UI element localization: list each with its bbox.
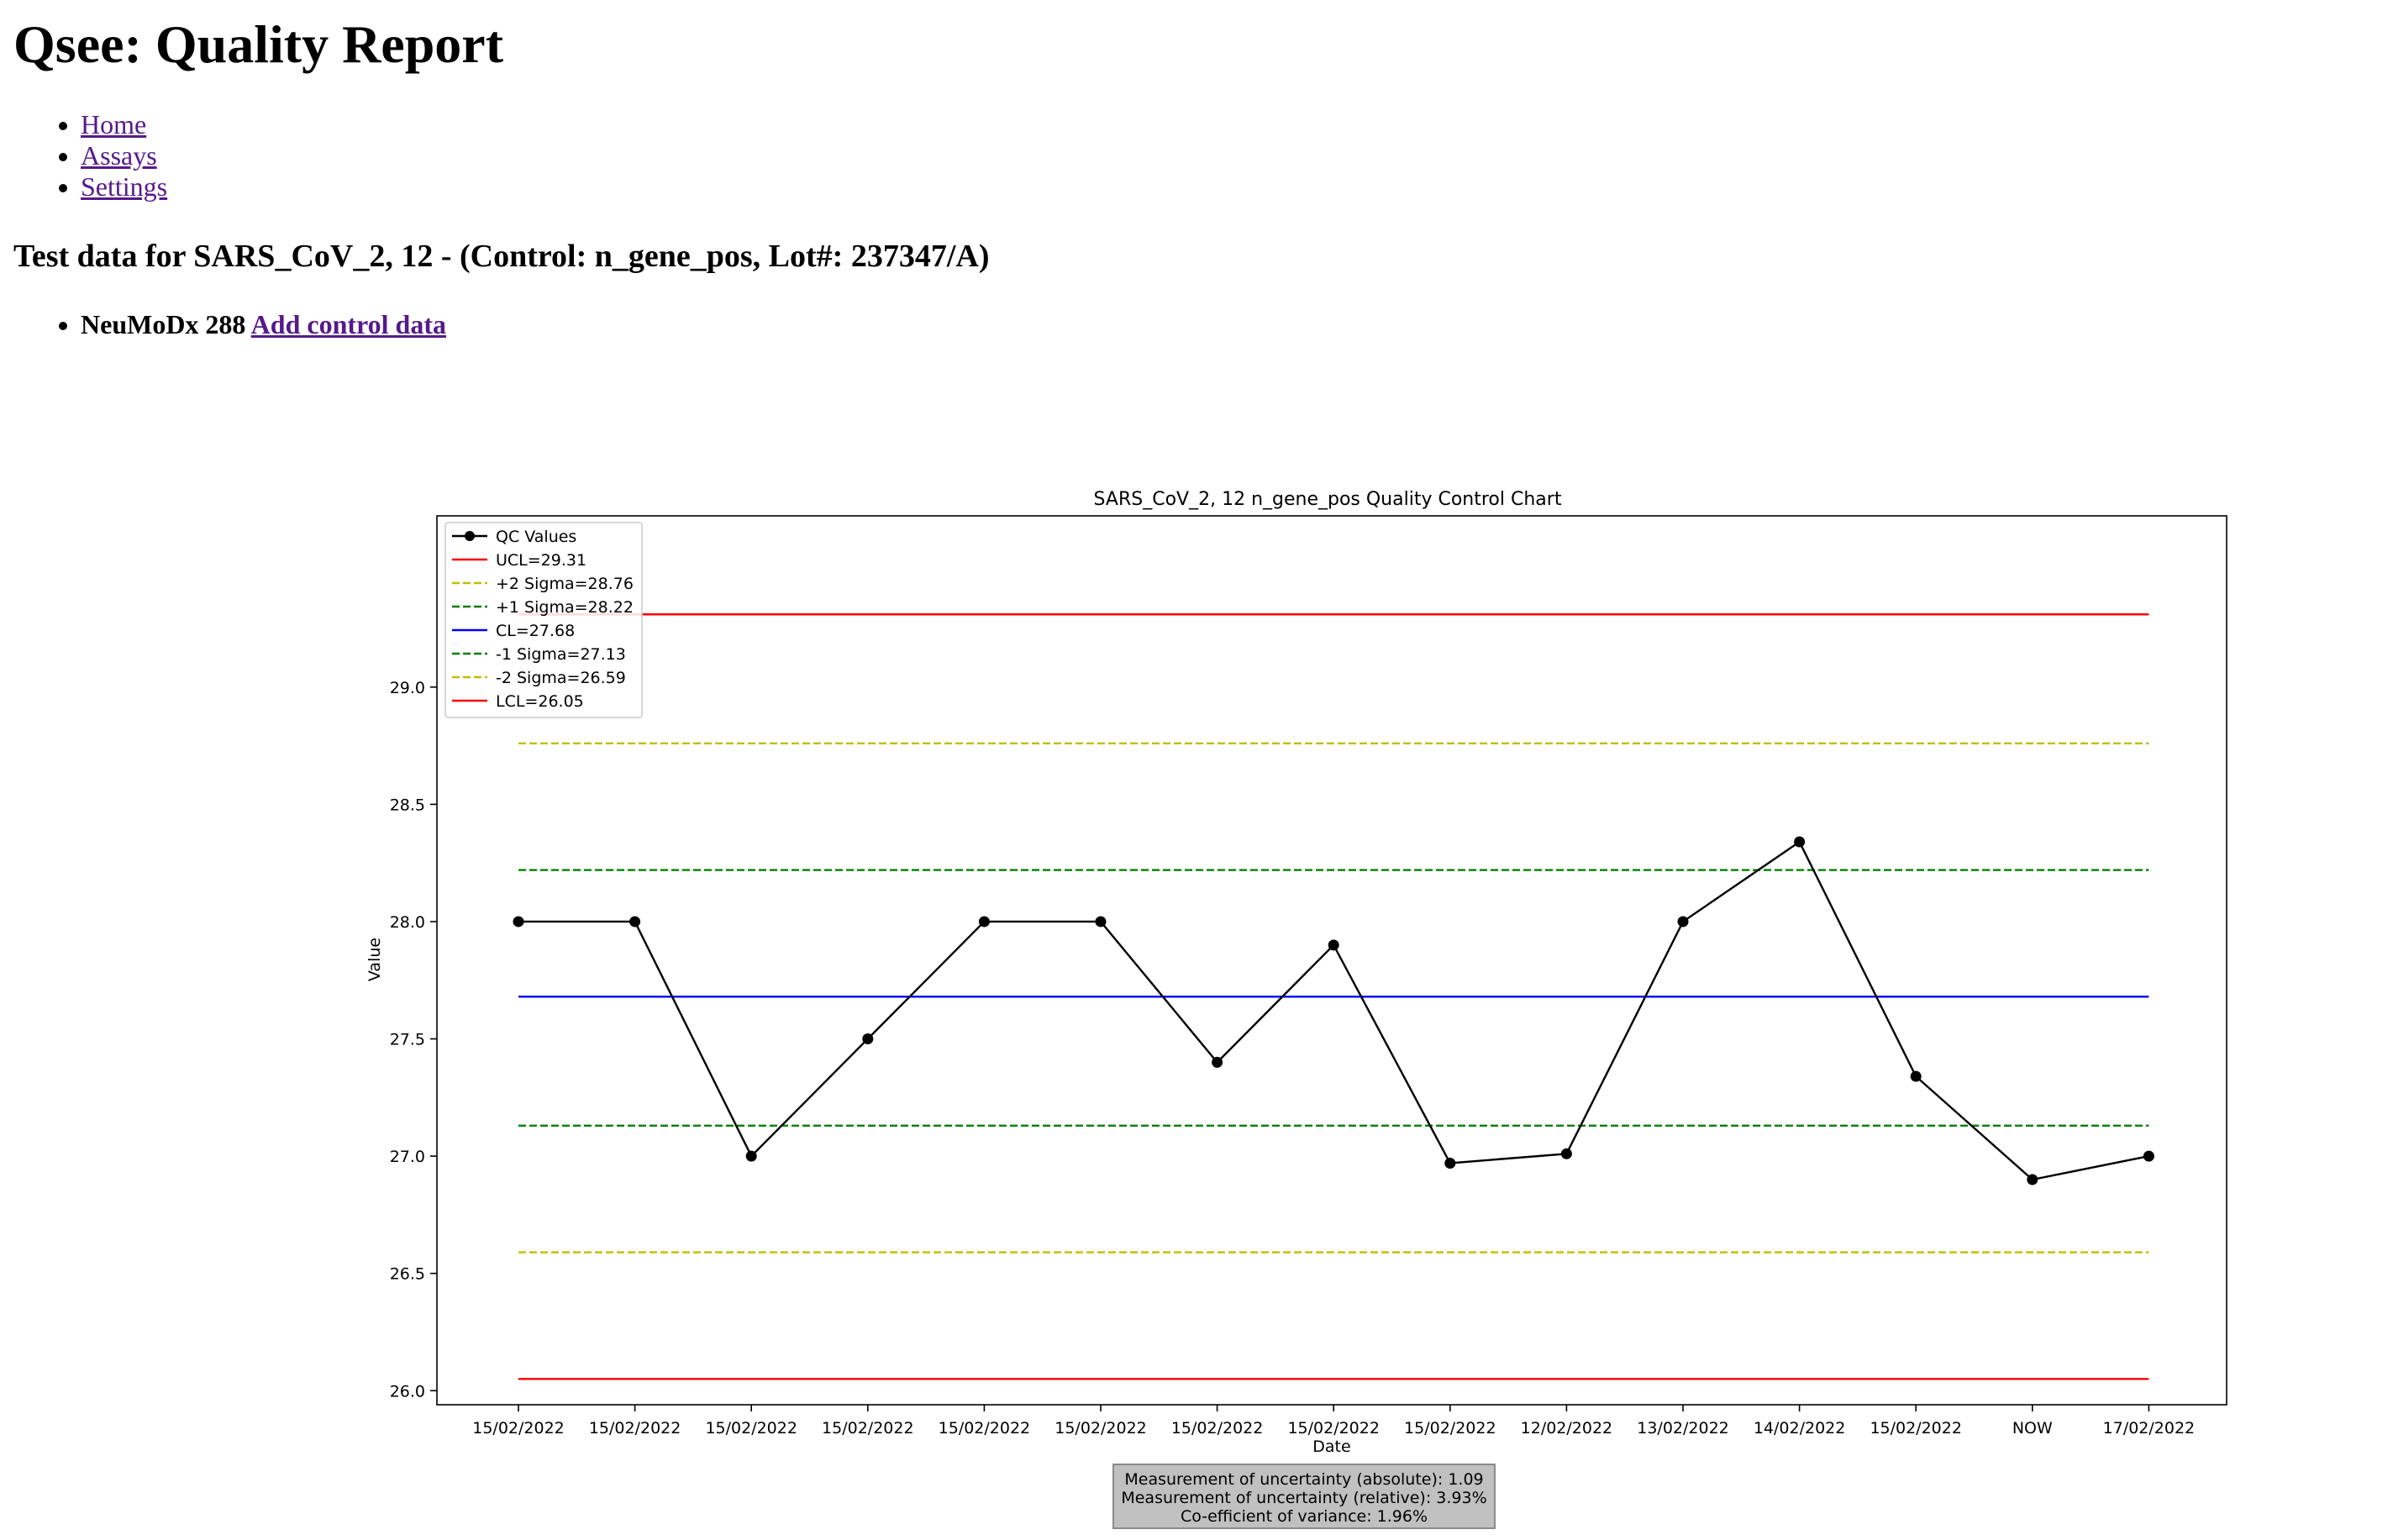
y-tick-label-0: 26.0 (390, 1382, 425, 1401)
legend-label-2: +2 Sigma=28.76 (496, 575, 634, 593)
x-tick-label-2: 15/02/2022 (705, 1419, 797, 1438)
data-point-10 (1677, 916, 1689, 928)
uncertainty-absolute: Measurement of uncertainty (absolute): 1… (1124, 1470, 1484, 1489)
x-tick-label-8: 15/02/2022 (1404, 1419, 1496, 1438)
x-tick-label-10: 13/02/2022 (1637, 1419, 1729, 1438)
y-tick-label-2: 27.0 (390, 1148, 425, 1166)
data-point-12 (1910, 1070, 1922, 1082)
y-tick-label-6: 29.0 (390, 679, 425, 697)
series-line-0 (518, 840, 2149, 1181)
control-lines (518, 613, 2149, 1380)
legend-label-0: QC Values (496, 528, 576, 546)
data-point-5 (1095, 916, 1107, 928)
legend-label-1: UCL=29.31 (496, 551, 586, 570)
uncertainty-relative: Measurement of uncertainty (relative): 3… (1121, 1489, 1487, 1507)
data-point-9 (1560, 1148, 1572, 1159)
data-point-7 (1328, 939, 1339, 951)
y-tick-label-1: 26.5 (390, 1265, 425, 1284)
x-tick-label-12: 15/02/2022 (1870, 1419, 1962, 1438)
qc-chart-container: SARS_CoV_2, 12 n_gene_pos Quality Contro… (0, 0, 2393, 1536)
data-point-1 (629, 916, 641, 928)
x-tick-label-9: 12/02/2022 (1521, 1419, 1613, 1438)
y-tick-label-5: 28.5 (390, 796, 425, 814)
legend-label-7: LCL=26.05 (496, 692, 584, 711)
data-point-8 (1444, 1157, 1456, 1169)
page: Qsee: Quality Report Home Assays Setting… (0, 0, 2393, 1536)
legend-marker-0 (465, 531, 475, 541)
legend-label-4: CL=27.68 (496, 622, 575, 640)
data-point-4 (978, 916, 990, 928)
x-tick-label-0: 15/02/2022 (472, 1419, 565, 1438)
data-point-6 (1212, 1056, 1223, 1068)
y-axis: 26.0 26.5 27.0 27.5 28.0 28.5 29.0 (390, 679, 437, 1401)
legend-label-3: +1 Sigma=28.22 (496, 598, 634, 617)
x-tick-label-13: NOW (2012, 1419, 2053, 1438)
data-point-13 (2027, 1174, 2038, 1185)
chart-title: SARS_CoV_2, 12 n_gene_pos Quality Contro… (1094, 489, 1562, 510)
x-tick-label-14: 17/02/2022 (2103, 1419, 2196, 1438)
x-tick-label-4: 15/02/2022 (939, 1419, 1031, 1438)
y-tick-label-3: 27.5 (390, 1031, 425, 1049)
data-point-2 (745, 1150, 757, 1162)
legend-label-5: -1 Sigma=27.13 (496, 645, 626, 664)
y-tick-label-4: 28.0 (390, 913, 425, 932)
x-axis: 15/02/2022 15/02/2022 15/02/2022 15/02/2022… (472, 1405, 2195, 1438)
x-tick-label-6: 15/02/2022 (1171, 1419, 1264, 1438)
y-axis-label: Value (366, 938, 384, 981)
qc-chart: SARS_CoV_2, 12 n_gene_pos Quality Contro… (366, 489, 2227, 1456)
data-point-14 (2143, 1150, 2154, 1162)
x-tick-label-7: 15/02/2022 (1287, 1419, 1380, 1438)
x-tick-label-3: 15/02/2022 (822, 1419, 914, 1438)
data-point-0 (513, 916, 524, 928)
legend-label-6: -2 Sigma=26.59 (496, 669, 626, 687)
x-axis-label: Date (1312, 1438, 1350, 1456)
chart-legend: QC Values UCL=29.31 +2 Sigma=28.76 +1 Sigma… (444, 522, 643, 718)
x-tick-label-5: 15/02/2022 (1054, 1419, 1147, 1438)
stats-box: Measurement of uncertainty (absolute): 1… (1112, 1464, 1496, 1529)
x-tick-label-11: 14/02/2022 (1754, 1419, 1846, 1438)
series-group (513, 836, 2154, 1185)
coefficient-of-variance: Co-efficient of variance: 1.96% (1180, 1507, 1428, 1526)
x-tick-label-1: 15/02/2022 (589, 1419, 681, 1438)
data-point-11 (1794, 836, 1806, 848)
plot-area-frame (436, 515, 2227, 1406)
data-point-3 (862, 1033, 874, 1045)
